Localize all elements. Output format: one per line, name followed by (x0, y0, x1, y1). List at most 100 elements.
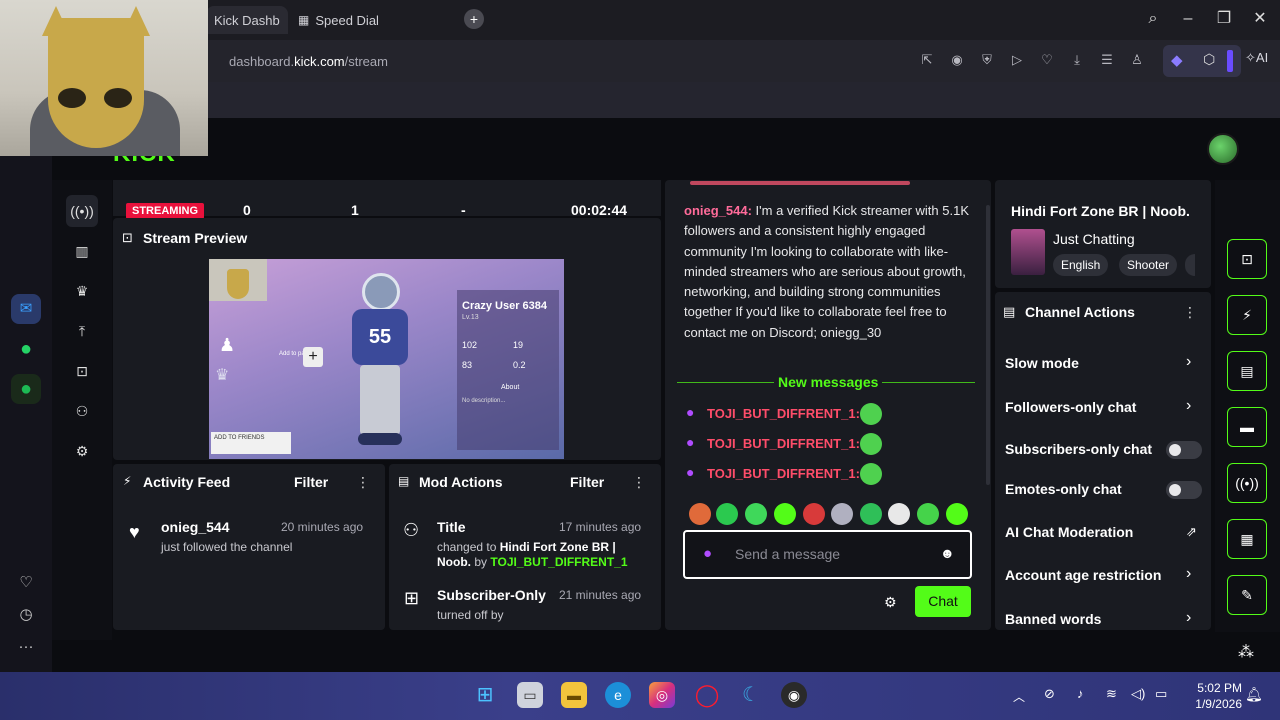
category-name[interactable]: Just Chatting (1053, 231, 1135, 247)
app-icon[interactable]: ☾ (738, 682, 764, 708)
community-icon[interactable]: ⚇ (66, 395, 98, 427)
layout-icon[interactable]: ▦ (1227, 519, 1267, 559)
emote[interactable] (803, 503, 825, 525)
chevron-right-icon[interactable]: › (1186, 565, 1191, 583)
edge-icon[interactable]: e (605, 682, 631, 708)
chat-username[interactable]: TOJI_BUT_DIFFRENT_1: (707, 466, 860, 481)
account-age-row[interactable]: Account age restriction (1005, 567, 1161, 583)
gear-icon[interactable]: ⚙ (884, 594, 897, 611)
battery-icon[interactable]: ▭ (1155, 686, 1167, 702)
shield-icon[interactable]: ⛨ (977, 52, 997, 70)
obs-icon[interactable]: ◉ (781, 682, 807, 708)
chevron-right-icon[interactable]: › (1186, 609, 1191, 627)
chat-scrollbar[interactable] (986, 205, 990, 485)
emote[interactable] (774, 503, 796, 525)
share-icon[interactable]: ⇱ (917, 52, 937, 70)
heart-icon[interactable]: ♡ (11, 568, 41, 598)
followers-only-row[interactable]: Followers-only chat (1005, 399, 1136, 415)
chat-send-button[interactable]: Chat (915, 586, 971, 617)
ai-button[interactable]: ✧AI (1245, 50, 1268, 66)
chevron-up-icon[interactable]: ︿ (1013, 688, 1025, 705)
microphone-icon[interactable]: ♪ (1077, 686, 1084, 701)
avatar[interactable] (1207, 133, 1239, 165)
notification-bell-icon[interactable]: 🔔︎ (1245, 686, 1263, 703)
broadcast-icon[interactable]: ((•)) (1227, 463, 1267, 503)
subscribers-only-toggle[interactable] (1166, 441, 1202, 459)
whatsapp-icon[interactable]: ● (11, 334, 41, 364)
tag-chip[interactable]: Shooter (1119, 254, 1178, 276)
settings-icon[interactable]: ⚙ (66, 435, 98, 467)
emotes-only-toggle[interactable] (1166, 481, 1202, 499)
cube-icon[interactable]: ⬡ (1203, 51, 1215, 68)
menu-icon[interactable]: ☰ (1097, 52, 1117, 70)
maximize-button[interactable]: ❐ (1211, 8, 1237, 30)
mod-user[interactable]: TOJI_BUT_DIFFRENT_1 (490, 555, 627, 569)
channel-actions-more-icon[interactable]: ⋮ (1183, 304, 1197, 321)
ai-moderation-row[interactable]: AI Chat Moderation (1005, 524, 1133, 540)
mod-filter-button[interactable]: Filter (570, 474, 604, 490)
emote[interactable] (831, 503, 853, 525)
emote[interactable] (689, 503, 711, 525)
more-icon[interactable]: ··· (11, 632, 41, 662)
extension-icon[interactable]: ◆ (1171, 51, 1183, 69)
clock[interactable]: 5:02 PM 1/9/2026 (1186, 680, 1242, 712)
slow-mode-row[interactable]: Slow mode (1005, 355, 1079, 371)
category-thumbnail[interactable] (1011, 229, 1045, 275)
new-tab-button[interactable]: + (464, 9, 484, 29)
url-field[interactable]: dashboard.kick.com/stream (229, 54, 388, 69)
activity-filter-button[interactable]: Filter (294, 474, 328, 490)
tab-kick-dashboard[interactable]: Kick Dashboa (206, 6, 288, 34)
tag-chip[interactable]: English (1053, 254, 1109, 276)
file-explorer-icon[interactable]: ▬ (561, 682, 587, 708)
chevron-right-icon[interactable]: › (1186, 397, 1191, 415)
close-button[interactable]: ✕ (1247, 8, 1273, 30)
camera-icon[interactable]: ◉ (947, 52, 967, 70)
emote[interactable] (716, 503, 738, 525)
wrench-icon[interactable]: ✎ (1227, 575, 1267, 615)
external-link-icon[interactable]: ⇗ (1186, 524, 1197, 540)
emoji-icon[interactable]: ☻ (940, 545, 955, 561)
analytics-icon[interactable]: ▥ (66, 235, 98, 267)
network-off-icon[interactable]: ⊘ (1044, 686, 1055, 702)
messenger-icon[interactable]: ✉ (11, 294, 41, 324)
apps-icon[interactable]: ⁂ (1238, 642, 1254, 662)
emote[interactable] (745, 503, 767, 525)
task-view-icon[interactable]: ▭ (517, 682, 543, 708)
spotify-icon[interactable]: ● (11, 374, 41, 404)
emote[interactable] (946, 503, 968, 525)
upload-icon[interactable]: ⤒ (66, 315, 98, 347)
wifi-icon[interactable]: ≋ (1106, 686, 1117, 702)
chat-username[interactable]: TOJI_BUT_DIFFRENT_1: (707, 436, 860, 451)
heart-icon[interactable]: ♡ (1037, 52, 1057, 70)
chevron-right-icon[interactable]: › (1186, 353, 1191, 371)
activity-more-icon[interactable]: ⋮ (356, 474, 370, 491)
play-icon[interactable]: ▷ (1007, 52, 1027, 70)
emote[interactable] (860, 503, 882, 525)
chat-bubble-icon[interactable]: ▬ (1227, 407, 1267, 447)
windows-start-icon[interactable]: ⊞ (472, 682, 498, 708)
mod-more-icon[interactable]: ⋮ (632, 474, 646, 491)
stream-icon[interactable]: ((•)) (66, 195, 98, 227)
tab-speed-dial[interactable]: ▦ Speed Dial (290, 6, 410, 34)
chat-username[interactable]: onieg_544: (684, 203, 752, 218)
mic-icon[interactable]: ● (703, 545, 712, 562)
history-icon[interactable]: ◷ (11, 600, 41, 630)
emote[interactable] (888, 503, 910, 525)
search-icon[interactable]: ⌕ (1140, 8, 1166, 30)
clip-icon[interactable]: ⊡ (1227, 239, 1267, 279)
download-icon[interactable]: ⤓ (1067, 52, 1087, 70)
notes-icon[interactable]: ▤ (1227, 351, 1267, 391)
chat-input[interactable]: Send a message (735, 546, 840, 562)
instagram-icon[interactable]: ◎ (649, 682, 675, 708)
profile-icon[interactable]: ♙ (1127, 52, 1147, 70)
banned-words-row[interactable]: Banned words (1005, 611, 1101, 627)
emote[interactable] (917, 503, 939, 525)
opera-icon[interactable]: ◯ (694, 682, 720, 708)
activity-user[interactable]: onieg_544 (161, 519, 229, 535)
chat-username[interactable]: TOJI_BUT_DIFFRENT_1: (707, 406, 860, 421)
clip-icon[interactable]: ⊡ (66, 355, 98, 387)
bolt-icon[interactable]: ⚡ (1227, 295, 1267, 335)
minimize-button[interactable]: – (1175, 8, 1201, 30)
trophy-icon[interactable]: ♛ (66, 275, 98, 307)
volume-icon[interactable]: ◁) (1131, 686, 1145, 702)
